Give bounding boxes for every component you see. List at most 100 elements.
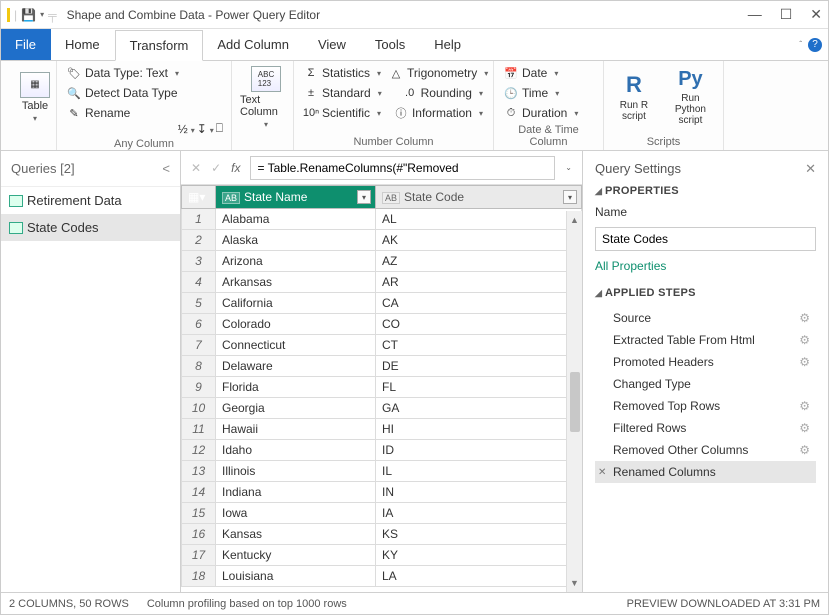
close-button[interactable]: ✕ <box>810 6 822 23</box>
cell-state-name[interactable]: Florida <box>216 377 376 398</box>
run-r-button[interactable]: R Run R script <box>612 65 656 129</box>
gear-icon[interactable]: ⚙ <box>799 399 810 413</box>
query-item[interactable]: Retirement Data <box>1 187 180 214</box>
column-filter-icon[interactable]: ▾ <box>563 190 577 204</box>
cell-state-code[interactable]: KS <box>376 524 582 545</box>
properties-section[interactable]: PROPERTIES <box>595 185 816 197</box>
cell-state-code[interactable]: LA <box>376 566 582 587</box>
row-number[interactable]: 16 <box>182 524 216 545</box>
row-number[interactable]: 11 <box>182 419 216 440</box>
cell-state-name[interactable]: Hawaii <box>216 419 376 440</box>
cell-state-code[interactable]: DE <box>376 356 582 377</box>
tab-file[interactable]: File <box>1 29 51 60</box>
cell-state-name[interactable]: Arkansas <box>216 272 376 293</box>
scroll-down-icon[interactable]: ▼ <box>570 578 579 588</box>
cell-state-code[interactable]: HI <box>376 419 582 440</box>
cell-state-code[interactable]: IN <box>376 482 582 503</box>
table-row[interactable]: 15IowaIA <box>182 503 582 524</box>
table-row[interactable]: 16KansasKS <box>182 524 582 545</box>
table-button[interactable]: ▦ Table ▾ <box>9 65 61 129</box>
text-column-button[interactable]: ABC123 Text Column ▾ <box>240 65 292 129</box>
tab-tools[interactable]: Tools <box>361 29 420 60</box>
collapse-queries-icon[interactable]: < <box>162 161 170 176</box>
cell-state-name[interactable]: Kentucky <box>216 545 376 566</box>
cell-state-code[interactable]: ID <box>376 440 582 461</box>
information-button[interactable]: ⓘInformation <box>392 105 485 121</box>
table-row[interactable]: 4ArkansasAR <box>182 272 582 293</box>
replace-values-icon[interactable]: ½ <box>178 122 195 136</box>
row-number[interactable]: 10 <box>182 398 216 419</box>
cell-state-code[interactable]: IL <box>376 461 582 482</box>
row-number[interactable]: 17 <box>182 545 216 566</box>
column-header-state-name[interactable]: ABState Name ▾ <box>216 186 376 209</box>
row-number[interactable]: 8 <box>182 356 216 377</box>
row-number[interactable]: 9 <box>182 377 216 398</box>
formula-dropdown-icon[interactable]: ⌄ <box>565 163 572 172</box>
row-number[interactable]: 6 <box>182 314 216 335</box>
help-icon[interactable]: ? <box>808 38 822 52</box>
table-row[interactable]: 14IndianaIN <box>182 482 582 503</box>
tab-add-column[interactable]: Add Column <box>203 29 304 60</box>
cell-state-name[interactable]: Alabama <box>216 209 376 230</box>
applied-step[interactable]: Source⚙ <box>595 307 816 329</box>
cell-state-name[interactable]: Indiana <box>216 482 376 503</box>
data-type-button[interactable]: 🏷Data Type: Text <box>65 65 223 81</box>
trigonometry-button[interactable]: △Trigonometry <box>387 65 490 81</box>
cell-state-code[interactable]: GA <box>376 398 582 419</box>
gear-icon[interactable]: ⚙ <box>799 311 810 325</box>
gear-icon[interactable]: ⚙ <box>799 443 810 457</box>
table-row[interactable]: 7ConnecticutCT <box>182 335 582 356</box>
qat-dropdown-icon[interactable]: ▾ <box>40 10 44 19</box>
column-header-state-code[interactable]: ABState Code ▾ <box>376 186 582 209</box>
applied-step[interactable]: Renamed Columns <box>595 461 816 483</box>
query-name-input[interactable] <box>595 227 816 251</box>
tab-transform[interactable]: Transform <box>115 30 204 61</box>
fill-icon[interactable]: ↧ <box>197 122 214 136</box>
table-row[interactable]: 17KentuckyKY <box>182 545 582 566</box>
row-number[interactable]: 2 <box>182 230 216 251</box>
accept-formula-icon[interactable]: ✓ <box>211 161 221 175</box>
table-row[interactable]: 2AlaskaAK <box>182 230 582 251</box>
vertical-scrollbar[interactable]: ▲ ▼ <box>566 211 582 592</box>
cell-state-name[interactable]: Illinois <box>216 461 376 482</box>
rounding-button[interactable]: .0Rounding <box>401 85 485 101</box>
cell-state-name[interactable]: Iowa <box>216 503 376 524</box>
row-number[interactable]: 4 <box>182 272 216 293</box>
table-row[interactable]: 12IdahoID <box>182 440 582 461</box>
maximize-button[interactable]: ☐ <box>780 6 793 23</box>
cell-state-name[interactable]: Arizona <box>216 251 376 272</box>
fx-icon[interactable]: fx <box>231 161 240 175</box>
cell-state-name[interactable]: Connecticut <box>216 335 376 356</box>
select-all-cell[interactable]: ▦▾ <box>182 186 216 209</box>
cell-state-name[interactable]: Colorado <box>216 314 376 335</box>
cell-state-code[interactable]: AZ <box>376 251 582 272</box>
row-number[interactable]: 12 <box>182 440 216 461</box>
cell-state-name[interactable]: Idaho <box>216 440 376 461</box>
rename-button[interactable]: ✎Rename <box>65 105 223 121</box>
cell-state-code[interactable]: CA <box>376 293 582 314</box>
cell-state-code[interactable]: AK <box>376 230 582 251</box>
cell-state-name[interactable]: Delaware <box>216 356 376 377</box>
time-button[interactable]: 🕒Time <box>502 85 595 101</box>
row-number[interactable]: 7 <box>182 335 216 356</box>
gear-icon[interactable]: ⚙ <box>799 333 810 347</box>
applied-steps-section[interactable]: APPLIED STEPS <box>595 287 816 299</box>
table-row[interactable]: 10GeorgiaGA <box>182 398 582 419</box>
table-row[interactable]: 11HawaiiHI <box>182 419 582 440</box>
row-number[interactable]: 5 <box>182 293 216 314</box>
table-row[interactable]: 3ArizonaAZ <box>182 251 582 272</box>
cell-state-code[interactable]: CT <box>376 335 582 356</box>
detect-data-type-button[interactable]: 🔍Detect Data Type <box>65 85 223 101</box>
row-number[interactable]: 13 <box>182 461 216 482</box>
formula-input[interactable] <box>250 156 555 180</box>
table-row[interactable]: 8DelawareDE <box>182 356 582 377</box>
row-number[interactable]: 14 <box>182 482 216 503</box>
minimize-button[interactable]: — <box>748 6 762 23</box>
row-number[interactable]: 18 <box>182 566 216 587</box>
cell-state-name[interactable]: Alaska <box>216 230 376 251</box>
applied-step[interactable]: Extracted Table From Html⚙ <box>595 329 816 351</box>
cell-state-code[interactable]: AR <box>376 272 582 293</box>
applied-step[interactable]: Changed Type <box>595 373 816 395</box>
cell-state-code[interactable]: KY <box>376 545 582 566</box>
run-python-button[interactable]: Py Run Python script <box>666 65 715 129</box>
